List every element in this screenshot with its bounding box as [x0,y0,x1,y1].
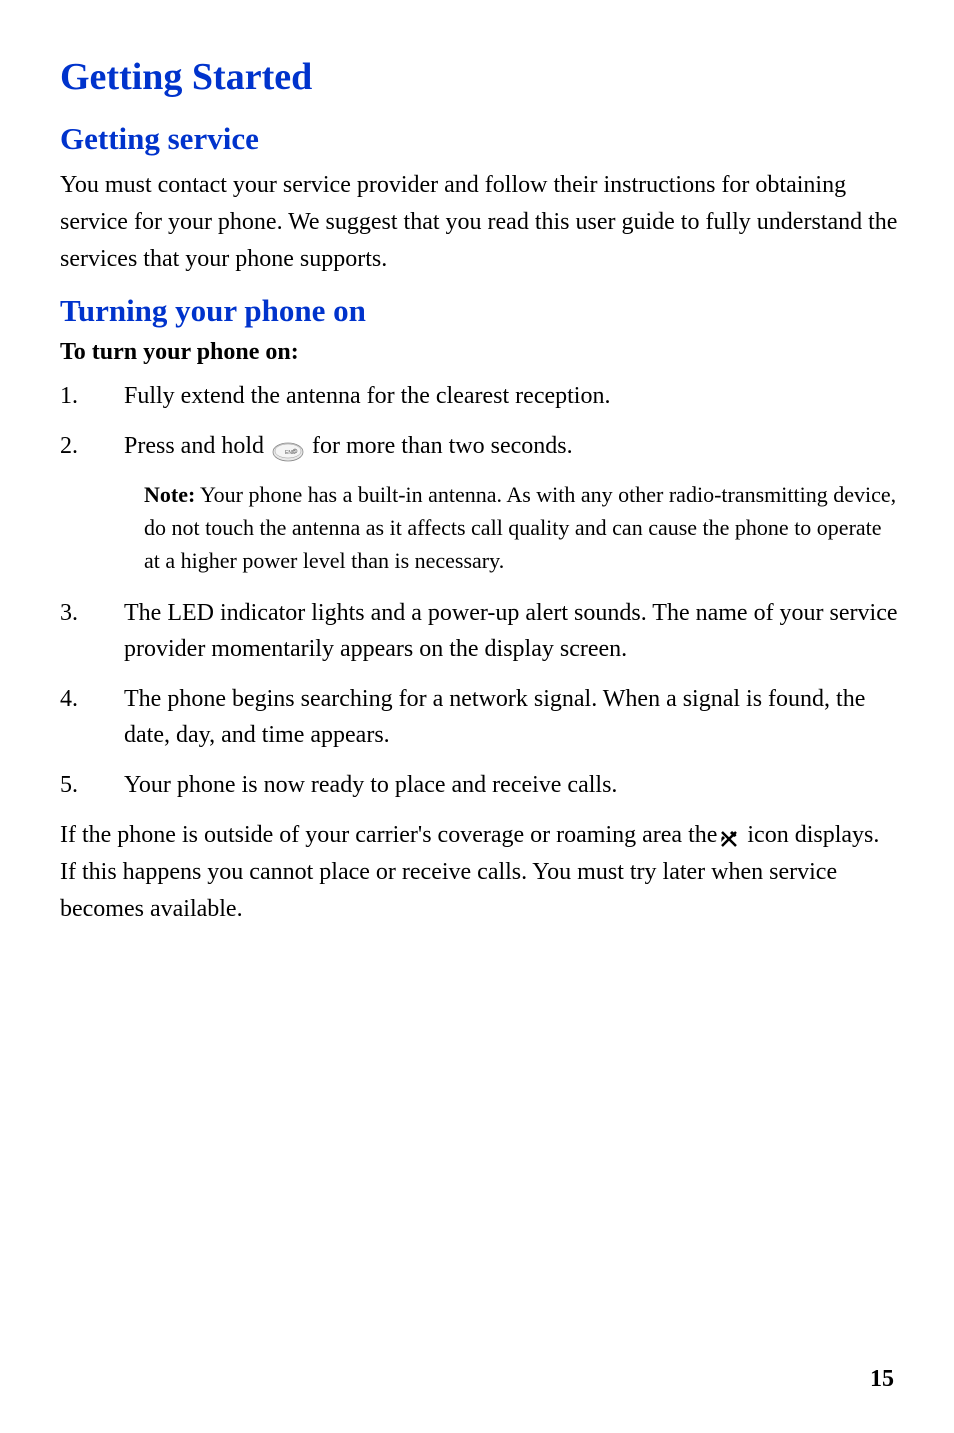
body-text-getting-service: You must contact your service provider a… [60,167,899,279]
list-number: 1. [60,378,124,414]
list-item: 5. Your phone is now ready to place and … [60,767,899,803]
page-number: 15 [870,1366,894,1393]
closing-paragraph: If the phone is outside of your carrier'… [60,817,899,929]
no-service-icon [718,825,740,847]
list-content: The phone begins searching for a network… [124,681,899,753]
list-number: 5. [60,767,124,803]
note-label: Note: [144,482,195,507]
list-text-before: Press and hold [124,433,270,459]
list-item: 1. Fully extend the antenna for the clea… [60,378,899,414]
list-content: Your phone is now ready to place and rec… [124,767,899,803]
closing-text-part1: If the phone is outside of your carrier'… [60,822,717,848]
chapter-title: Getting Started [60,55,899,99]
note-block: Note: Your phone has a built-in antenna.… [144,478,899,577]
list-content: The LED indicator lights and a power-up … [124,595,899,667]
list-number: 3. [60,595,124,667]
list-item: 4. The phone begins searching for a netw… [60,681,899,753]
note-text: Your phone has a built-in antenna. As wi… [144,482,896,573]
list-number: 4. [60,681,124,753]
list-text-after: for more than two seconds. [306,433,573,459]
section-title-getting-service: Getting service [60,121,899,157]
list-content: Press and hold END for more than two sec… [124,428,899,464]
section-title-turning-on: Turning your phone on [60,293,899,329]
end-key-icon: END [272,437,304,457]
sub-heading-turn-on: To turn your phone on: [60,339,899,366]
list-number: 2. [60,428,124,464]
list-content: Fully extend the antenna for the cleares… [124,378,899,414]
list-item: 3. The LED indicator lights and a power-… [60,595,899,667]
list-item: 2. Press and hold END for more than two … [60,428,899,464]
